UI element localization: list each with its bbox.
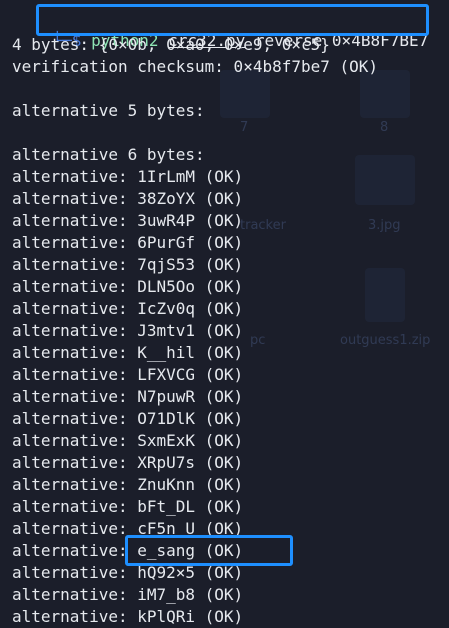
alternative-line: alternative: LFXVCG (OK) <box>12 365 244 384</box>
alternative-line: alternative: J3mtv1 (OK) <box>12 321 244 340</box>
terminal-window[interactable]: └─$ python2 crc32.py reverse 0×4B8F7BE7 … <box>0 0 449 628</box>
alternative-line: alternative: N7puwR (OK) <box>12 387 244 406</box>
alternative-line: alternative: IcZv0q (OK) <box>12 299 244 318</box>
alternative-line: alternative: 7qjS53 (OK) <box>12 255 244 274</box>
alternative-line: alternative: ZnuKnn (OK) <box>12 475 244 494</box>
bytes-output: 4 bytes: {0×0b, 0×a0, 0×e9, 0×c5} <box>12 35 330 54</box>
alternative-line: alternative: XRpU7s (OK) <box>12 453 244 472</box>
alternative-line: alternative: SxmExK (OK) <box>12 431 244 450</box>
verification-output: verification checksum: 0×4b8f7be7 (OK) <box>12 57 379 76</box>
alternative-line: alternative: 6PurGf (OK) <box>12 233 244 252</box>
alt6-header: alternative 6 bytes: <box>12 145 205 164</box>
alternative-line: alternative: bFt_DL (OK) <box>12 497 244 516</box>
alternative-line: alternative: K__hil (OK) <box>12 343 244 362</box>
result-highlight-box <box>125 535 293 566</box>
alternative-line: alternative: 3uwR4P (OK) <box>12 211 244 230</box>
alternative-line: alternative: 1IrLmM (OK) <box>12 167 244 186</box>
alt5-header: alternative 5 bytes: <box>12 101 205 120</box>
alternative-line: alternative: iM7_b8 (OK) <box>12 585 244 604</box>
command-highlight-box <box>36 4 429 36</box>
alternative-line: alternative: DLN5Oo (OK) <box>12 277 244 296</box>
alternative-line: alternative: kPlQRi (OK) <box>12 607 244 626</box>
alternative-line: alternative: O71DlK (OK) <box>12 409 244 428</box>
alternative-line: alternative: 38ZoYX (OK) <box>12 189 244 208</box>
